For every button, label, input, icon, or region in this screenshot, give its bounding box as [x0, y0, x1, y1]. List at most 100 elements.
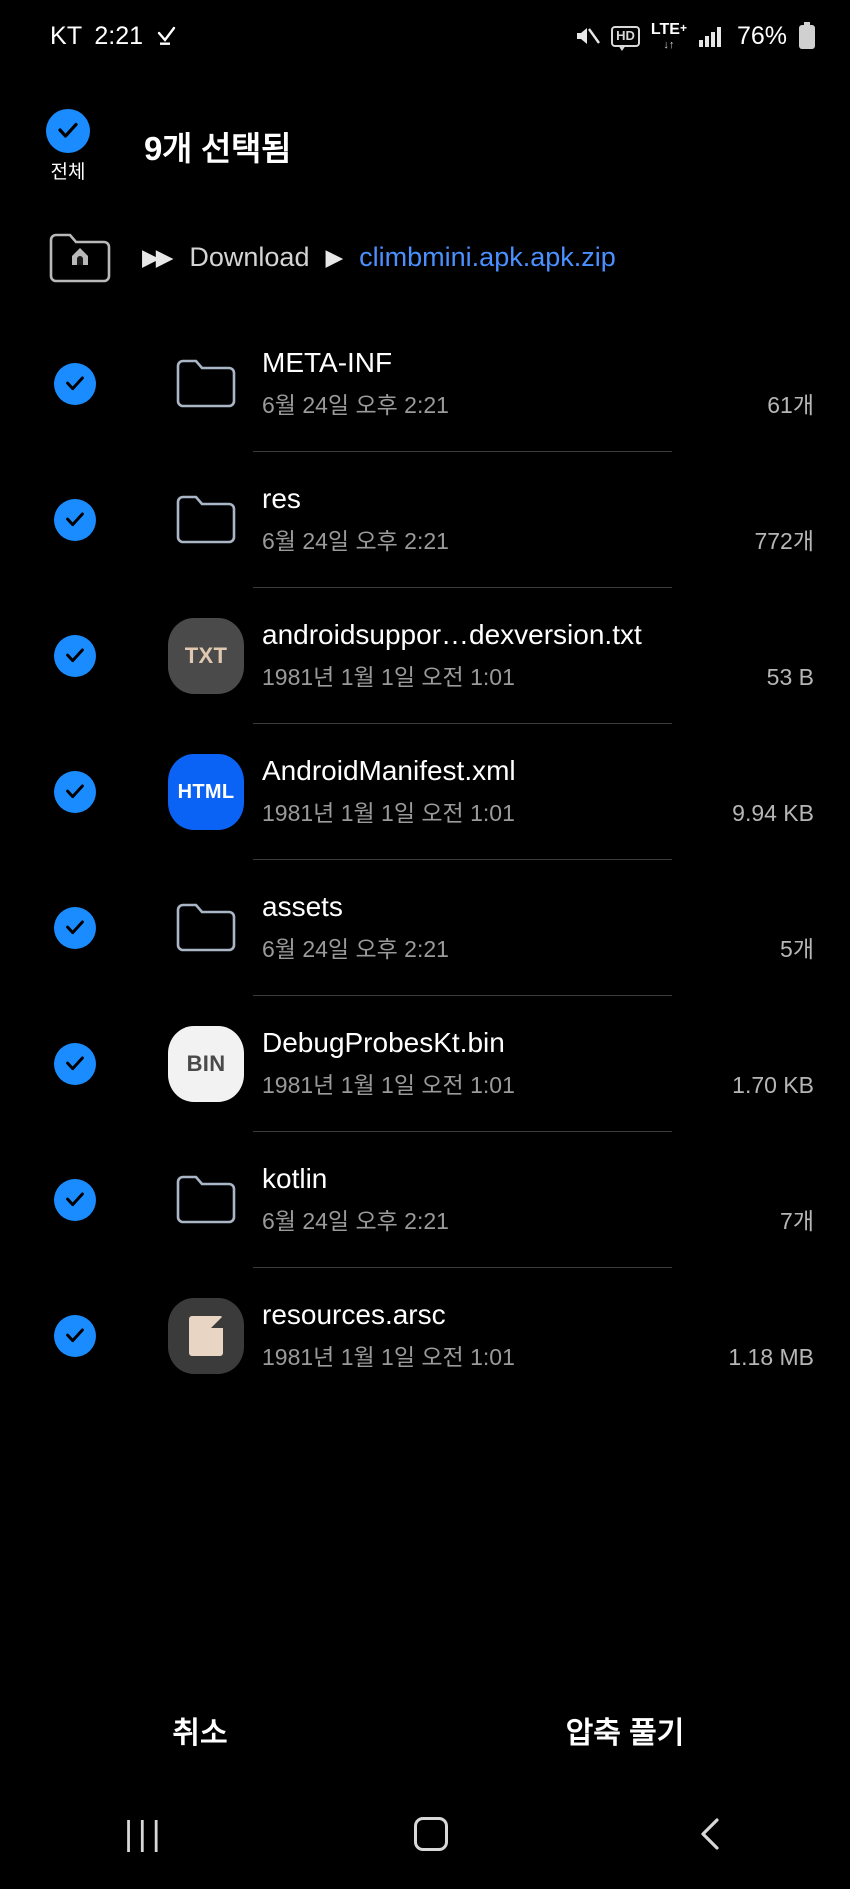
file-name: AndroidManifest.xml: [262, 754, 516, 786]
table-row[interactable]: BIN DebugProbesKt.bin 1981년 1월 1일 오전 1:0…: [0, 996, 850, 1132]
table-row[interactable]: kotlin 6월 24일 오후 2:21 7개: [0, 1132, 850, 1268]
phone-screen: KT 2:21 HD LTE + ↓↑ 76% 전체 9개 선택됨 ▶▶ Dow…: [0, 0, 850, 1889]
file-size: 61개: [767, 392, 814, 419]
check-circle-icon[interactable]: [54, 771, 96, 813]
cancel-button[interactable]: 취소: [0, 1708, 400, 1752]
breadcrumb-separator-arrow: ▶: [325, 243, 344, 270]
bin-file-icon: BIN: [168, 1026, 244, 1102]
row-text: res 6월 24일 오후 2:21 772개: [262, 482, 850, 556]
row-text: resources.arsc 1981년 1월 1일 오전 1:01 1.18 …: [262, 1298, 850, 1372]
file-date: 6월 24일 오후 2:21: [262, 528, 449, 555]
file-meta: 1981년 1월 1일 오전 1:01 9.94 KB: [262, 794, 814, 828]
table-row[interactable]: HTML AndroidManifest.xml 1981년 1월 1일 오전 …: [0, 724, 850, 860]
file-meta: 6월 24일 오후 2:21 5개: [262, 930, 814, 964]
battery-percent-label: 76%: [736, 21, 787, 50]
file-date: 6월 24일 오후 2:21: [262, 936, 449, 963]
file-size: 7개: [780, 1208, 814, 1235]
status-bar-left: KT 2:21: [50, 22, 177, 51]
network-type-icon: LTE + ↓↑: [650, 20, 687, 51]
file-name: androidsuppor…dexversion.txt: [262, 618, 642, 650]
table-row[interactable]: res 6월 24일 오후 2:21 772개: [0, 452, 850, 588]
row-icon: [150, 1298, 262, 1374]
check-circle-icon[interactable]: [54, 635, 96, 677]
row-text: kotlin 6월 24일 오후 2:21 7개: [262, 1163, 850, 1236]
check-circle-icon[interactable]: [54, 1179, 96, 1221]
row-checkbox[interactable]: [0, 363, 150, 405]
check-circle-icon[interactable]: [54, 907, 96, 949]
breadcrumb: ▶▶ Download ▶ climbmini.apk.apk.zip: [0, 218, 850, 296]
extract-button[interactable]: 압축 풀기: [400, 1708, 850, 1752]
check-circle-icon[interactable]: [54, 1315, 96, 1357]
row-text: androidsuppor…dexversion.txt 1981년 1월 1일…: [262, 618, 850, 692]
status-bar-right: HD LTE + ↓↑ 76%: [574, 20, 816, 51]
breadcrumb-collapsed-arrows[interactable]: ▶▶: [142, 244, 173, 271]
row-text: DebugProbesKt.bin 1981년 1월 1일 오전 1:01 1.…: [262, 1026, 850, 1100]
row-checkbox[interactable]: [0, 1043, 150, 1085]
file-name: resources.arsc: [262, 1298, 446, 1330]
carrier-label: KT: [50, 21, 83, 50]
file-date: 6월 24일 오후 2:21: [262, 1208, 449, 1235]
breadcrumb-segment-current[interactable]: climbmini.apk.apk.zip: [359, 242, 616, 273]
row-icon: [150, 358, 262, 410]
check-circle-icon[interactable]: [54, 1043, 96, 1085]
network-arrows: ↓↑: [663, 38, 675, 51]
row-icon: TXT: [150, 618, 262, 694]
file-date: 1981년 1월 1일 오전 1:01: [262, 1072, 515, 1099]
row-checkbox[interactable]: [0, 499, 150, 541]
network-plus: +: [679, 20, 687, 35]
row-text: AndroidManifest.xml 1981년 1월 1일 오전 1:01 …: [262, 754, 850, 828]
file-list: META-INF 6월 24일 오후 2:21 61개 res 6월 24일 오…: [0, 316, 850, 1404]
file-name: DebugProbesKt.bin: [262, 1026, 505, 1058]
txt-file-icon: TXT: [168, 618, 244, 694]
file-size: 9.94 KB: [732, 800, 814, 827]
file-date: 6월 24일 오후 2:21: [262, 392, 449, 419]
home-folder-icon[interactable]: [48, 230, 112, 284]
file-date: 1981년 1월 1일 오전 1:01: [262, 800, 515, 827]
back-chevron-icon[interactable]: [696, 1816, 726, 1852]
row-icon: HTML: [150, 754, 262, 830]
select-all-label: 전체: [50, 161, 86, 183]
file-size: 5개: [780, 936, 814, 963]
table-row[interactable]: META-INF 6월 24일 오후 2:21 61개: [0, 316, 850, 452]
selection-count-title: 9개 선택됨: [144, 130, 292, 167]
row-checkbox[interactable]: [0, 1315, 150, 1357]
home-square-icon[interactable]: [413, 1817, 448, 1851]
folder-icon: [176, 494, 236, 546]
mute-icon: [574, 24, 601, 48]
file-name: res: [262, 482, 301, 514]
folder-icon: [176, 902, 236, 954]
network-label: LTE: [650, 20, 680, 38]
table-row[interactable]: resources.arsc 1981년 1월 1일 오전 1:01 1.18 …: [0, 1268, 850, 1404]
check-circle-icon[interactable]: [54, 363, 96, 405]
row-checkbox[interactable]: [0, 1179, 150, 1221]
battery-icon: [798, 22, 816, 50]
system-nav-bar: |||: [0, 1779, 850, 1889]
check-circle-icon[interactable]: [46, 108, 90, 153]
breadcrumb-segment-download[interactable]: Download: [189, 242, 309, 273]
row-text: assets 6월 24일 오후 2:21 5개: [262, 890, 850, 964]
row-checkbox[interactable]: [0, 771, 150, 813]
file-meta: 6월 24일 오후 2:21 61개: [262, 386, 814, 420]
file-date: 1981년 1월 1일 오전 1:01: [262, 1344, 515, 1371]
select-all-button[interactable]: 전체: [14, 108, 122, 184]
row-checkbox[interactable]: [0, 907, 150, 949]
file-name: assets: [262, 890, 343, 922]
recents-icon[interactable]: |||: [124, 1815, 166, 1854]
html-file-icon: HTML: [168, 754, 244, 830]
file-size: 1.18 MB: [728, 1344, 814, 1371]
row-icon: [150, 902, 262, 954]
row-checkbox[interactable]: [0, 635, 150, 677]
file-size: 772개: [754, 528, 814, 555]
file-size: 1.70 KB: [732, 1072, 814, 1099]
folder-icon: [176, 1174, 236, 1226]
signal-bars-icon: [698, 25, 724, 47]
check-circle-icon[interactable]: [54, 499, 96, 541]
table-row[interactable]: TXT androidsuppor…dexversion.txt 1981년 1…: [0, 588, 850, 724]
status-bar: KT 2:21 HD LTE + ↓↑ 76%: [0, 0, 850, 72]
selection-header: 전체 9개 선택됨: [0, 100, 850, 192]
file-name: META-INF: [262, 346, 393, 378]
table-row[interactable]: assets 6월 24일 오후 2:21 5개: [0, 860, 850, 996]
action-bar: 취소 압축 풀기: [0, 1681, 850, 1779]
file-meta: 1981년 1월 1일 오전 1:01 1.18 MB: [262, 1338, 814, 1372]
file-meta: 1981년 1월 1일 오전 1:01 1.70 KB: [262, 1066, 814, 1100]
